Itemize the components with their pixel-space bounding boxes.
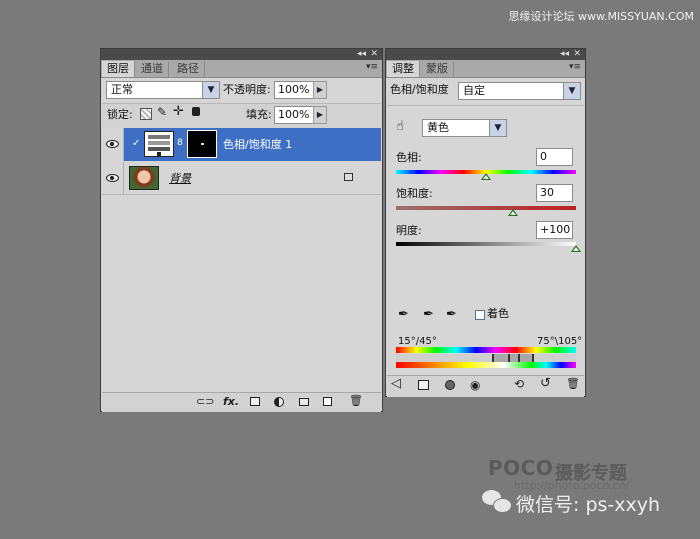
- layers-tabs: 图层 通道 路径: [101, 60, 382, 78]
- expand-view-icon[interactable]: [418, 380, 429, 390]
- collapse-icon[interactable]: ◂◂: [357, 49, 366, 60]
- opacity-label: 不透明度:: [223, 83, 271, 96]
- lock-position-icon[interactable]: ✛: [173, 104, 184, 119]
- colorize-label: 着色: [487, 307, 509, 320]
- saturation-slider-track[interactable]: [396, 206, 576, 210]
- mask-link-icon[interactable]: 8: [177, 138, 183, 148]
- chevron-down-icon: ▼: [563, 83, 580, 99]
- tab-channels[interactable]: 通道: [136, 61, 169, 77]
- source-spectrum-bar: [396, 347, 576, 353]
- layer-visibility-toggle[interactable]: [102, 162, 124, 195]
- adjustments-footer: [387, 375, 584, 397]
- hue-field[interactable]: 0: [536, 148, 573, 166]
- fill-field[interactable]: 100%: [274, 106, 314, 124]
- lock-all-icon[interactable]: [192, 107, 200, 116]
- wechat-icon: [482, 490, 512, 514]
- fill-label: 填充:: [246, 108, 272, 121]
- lightness-label: 明度:: [396, 224, 422, 237]
- hue-label: 色相:: [396, 151, 422, 164]
- close-icon[interactable]: ✕: [370, 49, 378, 60]
- layer-row-background[interactable]: 背景: [102, 162, 381, 195]
- hue-slider-thumb[interactable]: [481, 173, 491, 180]
- chain-check-icon: ✓: [132, 138, 141, 149]
- adjustment-layer-icon[interactable]: [274, 397, 284, 407]
- fx-icon[interactable]: fx.: [223, 396, 239, 408]
- target-adjust-hand-icon[interactable]: ☝: [396, 119, 404, 134]
- lock-transparency-icon[interactable]: [140, 108, 152, 120]
- preset-value: 自定: [463, 84, 485, 97]
- visibility-eye-icon[interactable]: ◉: [470, 379, 480, 391]
- wechat-id: 微信号: ps-xxyh: [516, 494, 661, 516]
- reset-icon[interactable]: ↺: [540, 377, 551, 390]
- photo-thumbnail: [129, 166, 159, 190]
- eyedropper-icon[interactable]: ✒: [398, 307, 409, 322]
- lock-image-icon[interactable]: ✎: [157, 105, 167, 119]
- fill-slider-button[interactable]: ▶: [313, 106, 327, 124]
- lock-label: 锁定:: [107, 108, 133, 121]
- range-selector[interactable]: [396, 354, 576, 362]
- eye-icon: [106, 140, 119, 148]
- layers-panel: ◂◂ ✕ 图层 通道 路径 ▾≡ 正常 ▼ 不透明度: 100% ▶ 锁定: ✎…: [100, 48, 383, 412]
- tab-layers[interactable]: 图层: [102, 61, 135, 77]
- tab-paths[interactable]: 路径: [172, 61, 205, 77]
- range-handle-left[interactable]: [492, 354, 494, 362]
- channel-select[interactable]: 黄色 ▼: [422, 119, 507, 137]
- range-center-left[interactable]: [508, 354, 510, 362]
- back-arrow-icon[interactable]: ◁: [391, 377, 401, 390]
- lightness-slider-track[interactable]: [396, 242, 576, 246]
- lightness-field[interactable]: +100: [536, 221, 573, 239]
- preset-select[interactable]: 自定 ▼: [458, 82, 581, 100]
- new-layer-icon[interactable]: [323, 397, 332, 406]
- divider: [387, 105, 584, 106]
- link-layers-icon[interactable]: ⊂⊃: [196, 396, 214, 408]
- layer-visibility-toggle[interactable]: [102, 128, 124, 161]
- collapse-icon[interactable]: ◂◂: [560, 49, 569, 60]
- view-previous-icon[interactable]: ⟲: [514, 378, 524, 390]
- clip-layer-icon[interactable]: [445, 380, 455, 390]
- channel-value: 黄色: [427, 121, 449, 134]
- adjustments-tabs: 调整 蒙版: [386, 60, 585, 78]
- opacity-slider-button[interactable]: ▶: [313, 81, 327, 99]
- colorize-checkbox[interactable]: [475, 310, 485, 320]
- layers-footer: [102, 392, 381, 412]
- adjustments-panel-titlebar[interactable]: ◂◂ ✕: [386, 49, 585, 60]
- site-watermark: 思缘设计论坛 www.MISSYUAN.COM: [508, 10, 694, 23]
- eyedropper-plus-icon[interactable]: ✒: [423, 307, 434, 322]
- chevron-down-icon: ▼: [202, 82, 219, 98]
- layers-panel-titlebar[interactable]: ◂◂ ✕: [101, 49, 382, 60]
- adjustment-thumbnail: [144, 131, 174, 157]
- opacity-field[interactable]: 100%: [274, 81, 314, 99]
- eye-icon: [106, 174, 119, 182]
- trash-icon[interactable]: 🗑: [349, 395, 363, 407]
- eyedropper-minus-icon[interactable]: ✒: [446, 307, 457, 322]
- trash-icon[interactable]: 🗑: [566, 378, 580, 390]
- saturation-slider-thumb[interactable]: [508, 209, 518, 216]
- result-spectrum-bar: [396, 362, 576, 368]
- layer-name: 背景: [169, 172, 191, 185]
- panel-menu-icon[interactable]: ▾≡: [366, 62, 378, 72]
- poco-logo: POCO: [488, 456, 554, 480]
- blend-mode-value: 正常: [111, 83, 133, 96]
- adjustment-title: 色相/饱和度: [390, 83, 449, 96]
- new-group-icon[interactable]: [299, 398, 309, 406]
- chevron-down-icon: ▼: [489, 120, 506, 136]
- layer-name: 色相/饱和度 1: [223, 138, 293, 151]
- blend-mode-select[interactable]: 正常 ▼: [106, 81, 220, 99]
- panel-menu-icon[interactable]: ▾≡: [569, 62, 581, 72]
- layer-row-hue-saturation[interactable]: ✓ 8 色相/饱和度 1: [102, 128, 381, 161]
- saturation-label: 饱和度:: [396, 187, 433, 200]
- saturation-field[interactable]: 30: [536, 184, 573, 202]
- lock-icon: [344, 173, 353, 181]
- adjustments-panel: ◂◂ ✕ 调整 蒙版 ▾≡ 色相/饱和度 自定 ▼ ☝ 黄色 ▼ 色相: 0 饱…: [385, 48, 586, 397]
- lightness-slider-thumb[interactable]: [571, 245, 581, 252]
- range-center-right[interactable]: [518, 354, 520, 362]
- layer-mask-thumbnail: [187, 130, 217, 158]
- tab-masks[interactable]: 蒙版: [421, 61, 454, 77]
- tab-adjustments[interactable]: 调整: [387, 61, 420, 77]
- range-handle-right[interactable]: [532, 354, 534, 362]
- close-icon[interactable]: ✕: [573, 49, 581, 60]
- add-mask-icon[interactable]: [250, 397, 260, 406]
